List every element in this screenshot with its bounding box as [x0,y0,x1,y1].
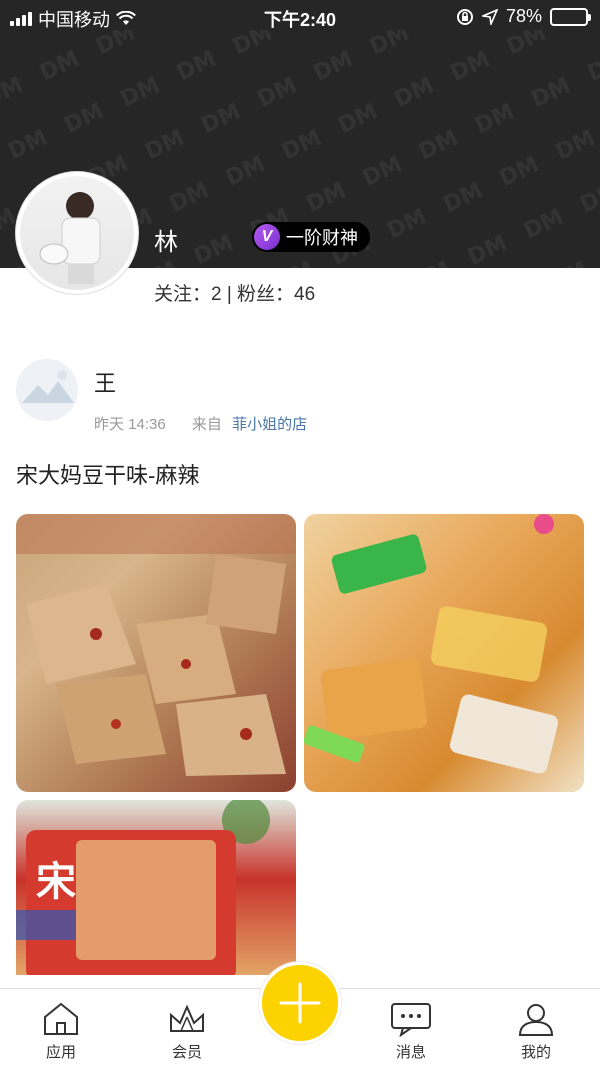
user-icon [518,1004,554,1036]
tab-member-label: 会员 [171,1044,202,1061]
home-icon [44,1002,78,1035]
tab-member[interactable]: 会员 [147,1001,227,1062]
mountain-image-icon [16,359,78,421]
battery-icon [550,7,591,26]
post-meta: 昨天 14:36 来自 菲小姐的店 [94,413,307,434]
avatar-photo [39,192,101,284]
tab-mine[interactable]: 我的 [496,1001,576,1062]
post-image[interactable] [304,514,584,792]
profile-name: 林 [154,229,178,256]
battery-percent: 78% [505,6,542,26]
tab-messages-label: 消息 [395,1044,426,1061]
create-post-button[interactable] [259,962,341,1044]
tab-apps[interactable]: 应用 [21,1001,101,1062]
tofu-photo-3: 宋 [16,800,270,975]
level-badge-label: 一阶财神 [286,228,358,248]
status-bar: 中国移动 下午2:40 78% [0,0,600,34]
rotation-lock-icon [456,8,473,25]
post-time: 昨天 14:36 [94,416,166,433]
svg-text:宋: 宋 [36,859,76,905]
tab-mine-label: 我的 [520,1044,551,1061]
message-icon [391,1003,431,1037]
post-title: 宋大妈豆干味-麻辣 [16,463,200,488]
crown-icon [170,1004,204,1032]
profile-avatar[interactable] [16,172,138,294]
location-icon [481,8,498,25]
v-level-icon: V [254,224,280,250]
tab-apps-label: 应用 [45,1044,76,1061]
post-author-name[interactable]: 王 [94,366,116,398]
post-image[interactable]: 宋 [16,800,296,975]
follow-stats[interactable]: 关注：2 | 粉丝：46 [154,279,315,306]
post-source-shop-link[interactable]: 菲小姐的店 [232,416,307,433]
level-badge[interactable]: V 一阶财神 [252,222,370,252]
tofu-photo-1 [16,514,296,776]
post-image[interactable] [16,514,296,792]
plus-icon [279,982,321,1024]
tab-messages[interactable]: 消息 [371,1001,451,1062]
post-author-avatar[interactable] [16,359,78,421]
post-source-prefix: 来自 [191,416,222,433]
tofu-photo-2 [304,514,559,774]
